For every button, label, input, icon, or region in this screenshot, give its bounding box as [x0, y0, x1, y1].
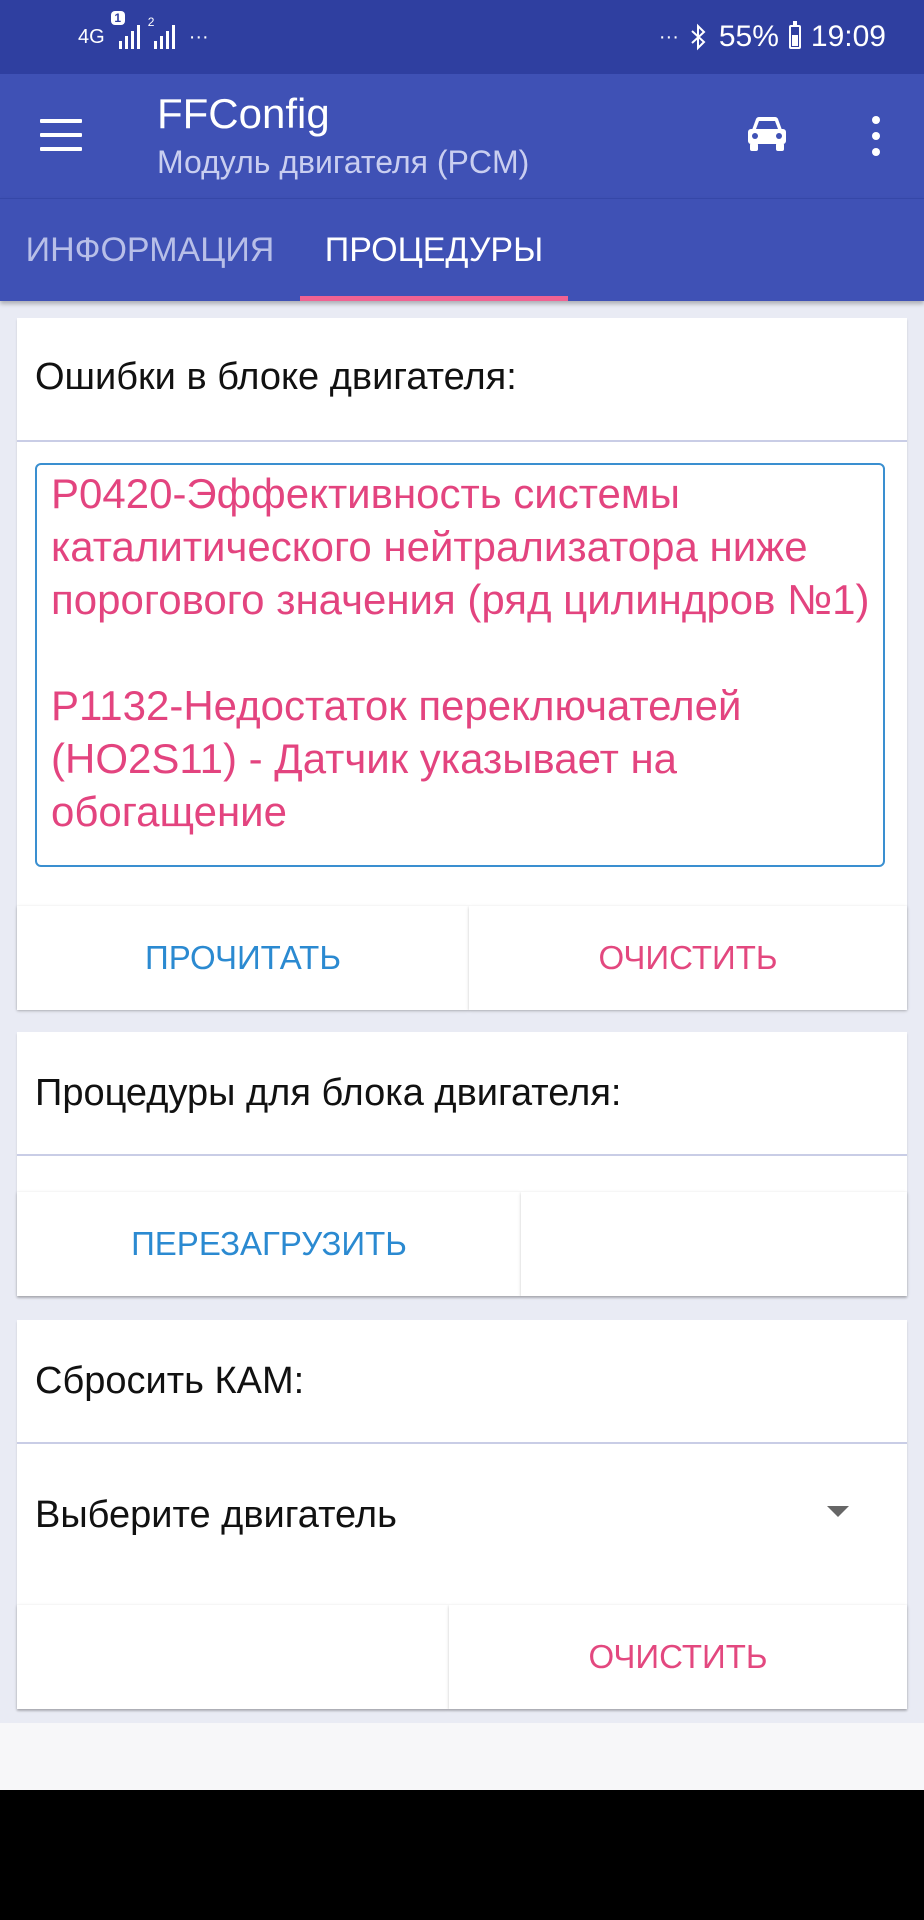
error-item: P1132-Недостаток переключателей (HO2S11)…	[51, 682, 742, 835]
errors-card-title: Ошибки в блоке двигателя:	[35, 356, 517, 398]
network-type: 4G	[78, 25, 105, 48]
clear-kam-button[interactable]: ОЧИСТИТЬ	[449, 1605, 907, 1709]
status-more-icon: ···	[658, 25, 679, 48]
procedures-divider	[17, 1154, 907, 1156]
restart-button[interactable]: ПЕРЕЗАГРУЗИТЬ	[17, 1192, 521, 1296]
errors-card: Ошибки в блоке двигателя: P0420-Эффектив…	[17, 318, 907, 1010]
sim2-badge: 2	[147, 15, 155, 29]
kam-divider	[17, 1442, 907, 1444]
status-left: 4G 1 2 ···	[78, 0, 209, 74]
status-right: ··· 55% 19:09	[659, 0, 886, 74]
empty-button-slot	[17, 1605, 449, 1709]
tab-bar: ИНФОРМАЦИЯ ПРОЦЕДУРЫ	[0, 198, 924, 301]
navigation-bar	[0, 1790, 924, 1920]
tab-procedures[interactable]: ПРОЦЕДУРЫ	[300, 199, 568, 301]
app-bar: FFConfig Модуль двигателя (PCM)	[0, 74, 924, 198]
engine-select-value: Выберите двигатель	[35, 1494, 397, 1536]
clear-errors-button[interactable]: ОЧИСТИТЬ	[469, 906, 907, 1010]
car-icon[interactable]	[744, 114, 790, 154]
kam-card: Сбросить КАМ: Выберите двигатель ОЧИСТИТ…	[17, 1320, 907, 1709]
error-item: P0420-Эффективность системы каталитическ…	[51, 470, 870, 623]
procedures-card-title: Процедуры для блока двигателя:	[35, 1072, 622, 1114]
empty-button-slot	[521, 1192, 907, 1296]
clock: 19:09	[810, 20, 886, 53]
status-bar: 4G 1 2 ··· ··· 55% 19:09	[0, 0, 924, 74]
signal-sim2-icon: 2	[148, 15, 175, 49]
tab-information[interactable]: ИНФОРМАЦИЯ	[0, 199, 300, 301]
app-subtitle: Модуль двигателя (PCM)	[157, 144, 530, 180]
errors-list[interactable]: P0420-Эффективность системы каталитическ…	[35, 463, 885, 867]
engine-select[interactable]: Выберите двигатель	[35, 1480, 889, 1550]
errors-divider	[17, 440, 907, 442]
menu-icon[interactable]	[40, 119, 82, 151]
overflow-menu-icon[interactable]	[870, 116, 882, 156]
app-title: FFConfig	[157, 90, 330, 137]
battery-percent: 55%	[718, 20, 779, 53]
read-errors-button[interactable]: ПРОЧИТАТЬ	[17, 906, 469, 1010]
signal-sim1-icon: 1	[110, 11, 140, 49]
bluetooth-icon	[691, 23, 706, 51]
kam-card-title: Сбросить КАМ:	[35, 1360, 305, 1402]
sim1-badge: 1	[110, 11, 125, 25]
battery-icon	[788, 21, 801, 49]
notifications-more-icon: ···	[188, 25, 209, 48]
dropdown-arrow-icon	[827, 1506, 849, 1517]
procedures-card: Процедуры для блока двигателя: ПЕРЕЗАГРУ…	[17, 1032, 907, 1296]
bottom-spacer	[0, 1723, 924, 1790]
tab-selected-indicator	[300, 296, 568, 301]
